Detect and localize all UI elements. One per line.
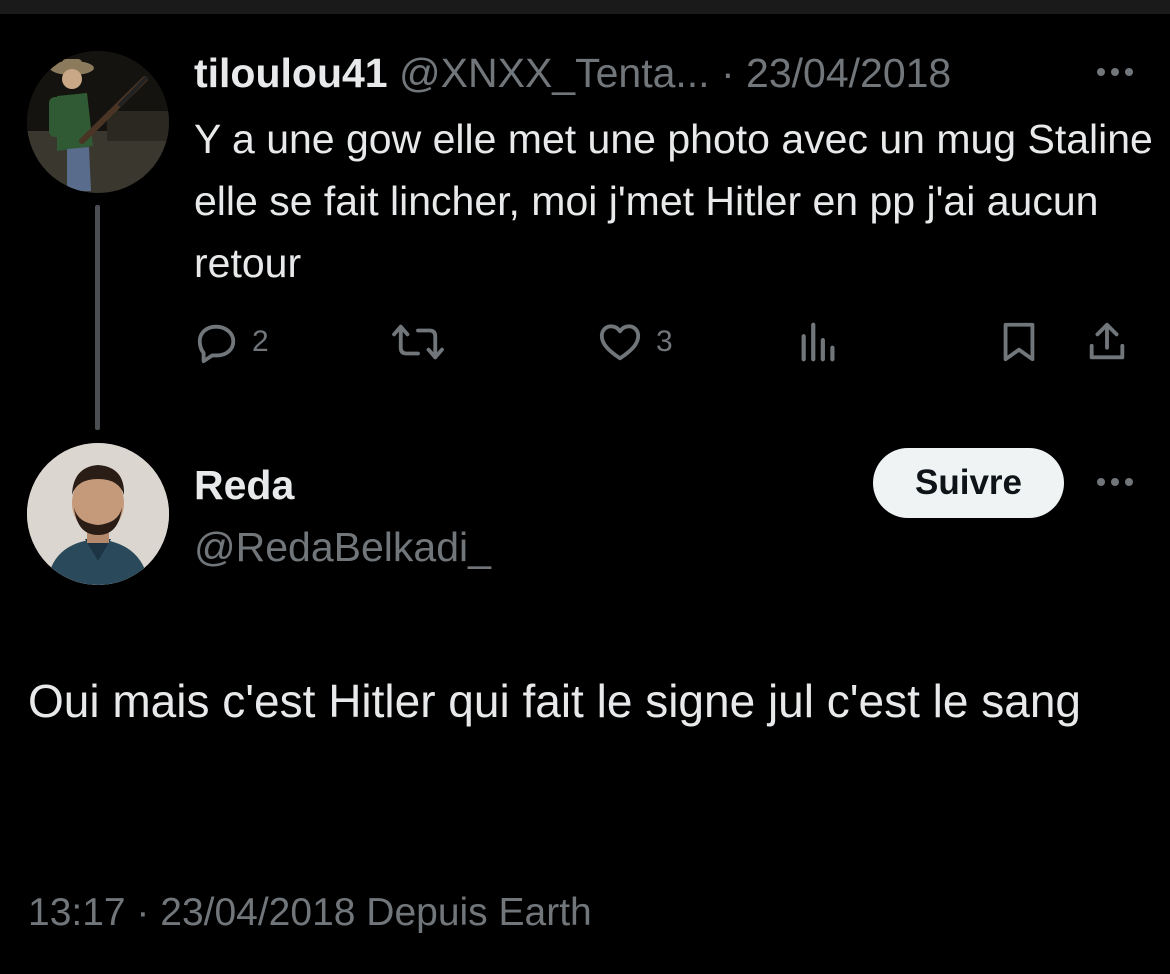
separator-dot: · [720,50,735,96]
share-button[interactable] [1084,314,1130,370]
reply-handle[interactable]: @RedaBelkadi_ [194,522,491,572]
avatar[interactable] [27,51,169,193]
top-edge [0,0,1170,14]
parent-more-icon[interactable] [1092,52,1138,92]
parent-handle[interactable]: @XNXX_Tenta... [399,50,710,96]
reply-more-icon[interactable] [1092,462,1138,502]
parent-tweet-text: Y a une gow elle met une photo avec un m… [194,116,1153,286]
parent-action-bar: 2 3 [194,314,1144,370]
like-count: 3 [656,325,673,358]
views-button[interactable] [796,314,842,370]
avatar-photo-icon [27,51,169,193]
like-icon [599,324,641,361]
reply-icon [197,324,236,364]
retweet-icon [392,324,444,360]
parent-date[interactable]: 23/04/2018 [746,50,951,96]
reply-button[interactable]: 2 [194,314,269,370]
like-button[interactable]: 3 [596,314,673,370]
reply-display-name[interactable]: Reda [194,460,294,510]
avatar[interactable] [27,443,169,585]
parent-tweet-header: tiloulou41 @XNXX_Tenta... · 23/04/2018 [194,48,1144,98]
views-icon [801,322,835,362]
bookmark-button[interactable] [996,314,1042,370]
retweet-button[interactable] [390,314,458,370]
reply-count: 2 [252,325,269,358]
reply-tweet-text: Oui mais c'est Hitler qui fait le signe … [28,675,1082,727]
bookmark-icon [1003,322,1035,362]
thread-line [95,205,100,430]
follow-button[interactable]: Suivre [873,448,1064,518]
avatar-photo-icon [27,443,169,585]
parent-display-name[interactable]: tiloulou41 [194,50,388,96]
share-icon [1089,322,1125,360]
reply-meta: 13:17 · 23/04/2018 Depuis Earth [28,891,592,934]
